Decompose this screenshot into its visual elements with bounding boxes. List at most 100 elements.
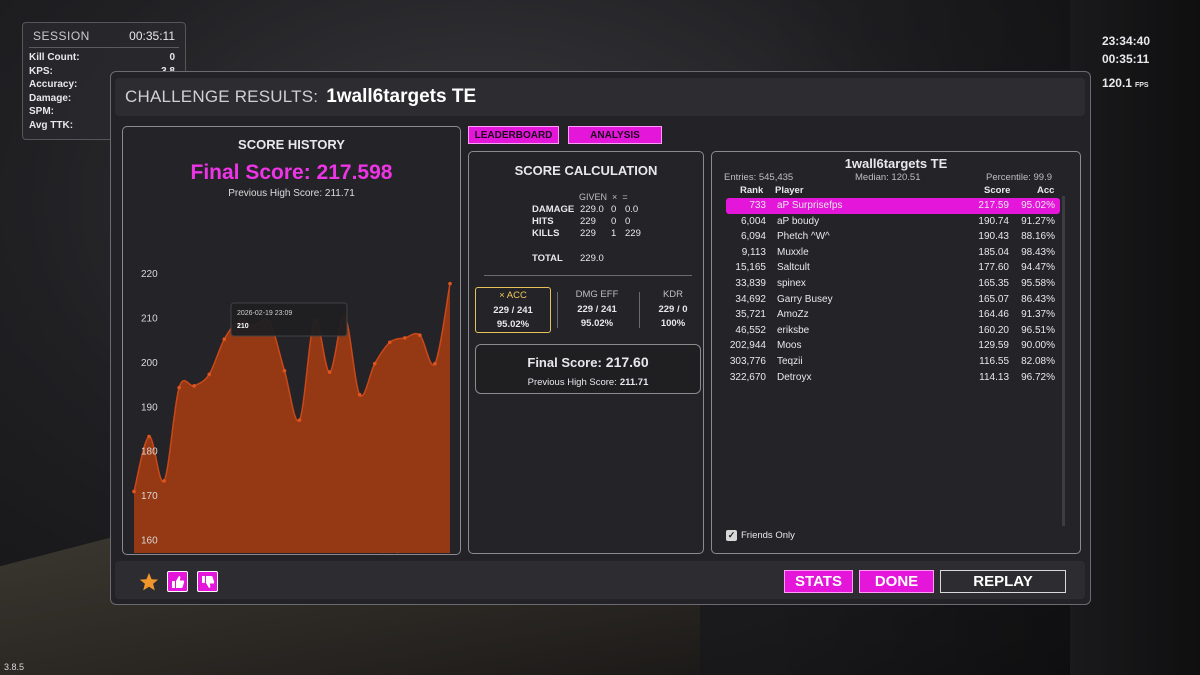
final-score-box: Final Score: 217.60 Previous High Score: 2… — [475, 344, 701, 394]
leaderboard-cell-acc: 91.27% — [1021, 215, 1055, 227]
leaderboard-percentile: Percentile: 99.9 — [986, 172, 1053, 183]
leaderboard-cell-rank: 46,552 — [735, 324, 766, 336]
leaderboard-table: 733 aP Surprisefps 217.59 95.02% 6,004 aP bou… — [726, 198, 1060, 385]
leaderboard-cell-score: 165.35 — [978, 277, 1009, 289]
bottom-action-bar: STATS DONE REPLAY — [115, 561, 1085, 599]
stat-damage-efficiency: DMG EFF 229 / 241 95.02% — [575, 289, 619, 329]
leaderboard-cell-rank: 322,670 — [729, 371, 766, 383]
leaderboard-scrollbar[interactable] — [1062, 196, 1065, 526]
chart-data-point — [418, 333, 422, 337]
leaderboard-cell-acc: 88.16% — [1021, 231, 1055, 243]
panel-title-label: CHALLENGE RESULTS: — [125, 87, 319, 106]
replay-button[interactable]: REPLAY — [940, 570, 1066, 593]
score-history-panel: SCORE HISTORY Final Score: 217.598 Previ… — [122, 126, 461, 555]
chart-y-tick-label: 190 — [141, 402, 158, 413]
leaderboard-cell-rank: 33,839 — [735, 277, 766, 289]
calc-divider — [484, 275, 692, 276]
leaderboard-cell-acc: 91.37% — [1021, 309, 1055, 321]
done-button[interactable]: DONE — [859, 570, 934, 593]
hud-top-right: 23:34:40 00:35:11 120.1 FPS — [1102, 34, 1150, 94]
leaderboard-row[interactable]: 9,113 Muxxle 185.04 98.43% — [726, 245, 1060, 261]
chart-y-tick-label: 180 — [141, 447, 158, 458]
leaderboard-cell-rank: 35,721 — [735, 309, 766, 321]
column-rank[interactable]: Rank — [740, 185, 763, 196]
chart-data-point — [433, 361, 437, 366]
leaderboard-cell-player: AmoZz — [777, 309, 809, 321]
leaderboard-row[interactable]: 322,670 Detroyx 114.13 96.72% — [726, 370, 1060, 386]
leaderboard-cell-player: Moos — [777, 340, 802, 352]
leaderboard-cell-score: 164.46 — [978, 309, 1009, 321]
thumbs-up-icon[interactable] — [167, 571, 188, 592]
score-history-title: SCORE HISTORY — [238, 137, 345, 152]
star-icon[interactable] — [138, 571, 159, 592]
chart-data-point — [448, 281, 452, 286]
leaderboard-cell-score: 177.60 — [978, 262, 1009, 274]
leaderboard-cell-player: Phetch ^W^ — [777, 231, 830, 243]
leaderboard-cell-acc: 96.51% — [1021, 324, 1055, 336]
stat-divider — [557, 292, 558, 328]
leaderboard-cell-player: spinex — [777, 277, 806, 289]
leaderboard-row[interactable]: 303,776 Teqzii 116.55 82.08% — [726, 354, 1060, 370]
leaderboard-row[interactable]: 202,944 Moos 129.59 90.00% — [726, 338, 1060, 354]
leaderboard-cell-rank: 303,776 — [729, 355, 766, 367]
leaderboard-cell-acc: 98.43% — [1021, 246, 1055, 258]
tab-analysis[interactable]: ANALYSIS — [568, 126, 662, 144]
leaderboard-cell-rank: 34,692 — [735, 293, 766, 305]
chart-y-tick-label: 170 — [141, 491, 158, 502]
leaderboard-row-current-player[interactable]: 733 aP Surprisefps 217.59 95.02% — [726, 198, 1060, 214]
calc-row-kills: KILLS 229 1 229 — [532, 228, 641, 239]
chart-y-tick-label: 220 — [141, 269, 158, 280]
column-player[interactable]: Player — [775, 185, 804, 196]
chart-data-point — [132, 489, 136, 494]
chart-data-point — [192, 384, 196, 388]
final-score-headline: Final Score: 217.598 — [190, 161, 393, 184]
leaderboard-row[interactable]: 35,721 AmoZz 164.46 91.37% — [726, 307, 1060, 323]
tab-leaderboard[interactable]: LEADERBOARD — [468, 126, 559, 144]
score-history-chart[interactable]: 15016017018019020021022090th Percentile2… — [123, 207, 460, 553]
leaderboard-cell-acc: 82.08% — [1021, 355, 1055, 367]
leaderboard-cell-score: 190.43 — [978, 231, 1009, 243]
hud-session-time: 00:35:11 — [1101, 52, 1150, 66]
challenge-name: 1wall6targets TE — [326, 86, 477, 107]
panel-title-bar: CHALLENGE RESULTS: 1wall6targets TE — [115, 78, 1085, 116]
column-score[interactable]: Score — [984, 185, 1010, 196]
previous-high-score-calc: Previous High Score: 211.71 — [527, 377, 649, 388]
thumbs-down-icon[interactable] — [197, 571, 218, 592]
chart-data-point — [297, 418, 302, 422]
friends-only-label: Friends Only — [741, 530, 795, 541]
leaderboard-cell-player: Teqzii — [777, 355, 803, 367]
leaderboard-title: 1wall6targets TE — [844, 156, 948, 171]
chart-data-point — [372, 361, 377, 366]
leaderboard-row[interactable]: 15,165 Saltcult 177.60 94.47% — [726, 260, 1060, 276]
calc-row-total: TOTAL 229.0 — [532, 253, 604, 264]
leaderboard-row[interactable]: 34,692 Garry Busey 165.07 86.43% — [726, 292, 1060, 308]
checkbox-checked-icon[interactable]: ✓ — [726, 530, 737, 541]
leaderboard-row[interactable]: 6,004 aP boudy 190.74 91.27% — [726, 214, 1060, 230]
chart-y-tick-label: 160 — [141, 536, 158, 547]
chart-data-point — [327, 370, 332, 374]
chart-data-point — [357, 392, 362, 397]
leaderboard-row[interactable]: 6,094 Phetch ^W^ 190.43 88.16% — [726, 229, 1060, 245]
leaderboard-cell-rank: 733 — [749, 200, 766, 211]
leaderboard-panel: 1wall6targets TE Entries: 545,435 Median… — [711, 151, 1081, 554]
leaderboard-cell-score: 185.04 — [978, 246, 1009, 258]
leaderboard-row[interactable]: 46,552 eriksbe 160.20 96.51% — [726, 323, 1060, 339]
version-label: 3.8.5 — [4, 662, 25, 672]
leaderboard-cell-score: 190.74 — [978, 215, 1009, 227]
stats-button[interactable]: STATS — [784, 570, 853, 593]
final-score: Final Score: 217.60 — [527, 354, 649, 370]
leaderboard-cell-score: 217.59 — [978, 200, 1009, 211]
calc-header: GIVEN × = — [579, 192, 628, 202]
friends-only-toggle[interactable]: ✓ Friends Only — [726, 530, 795, 541]
chart-data-point — [147, 434, 151, 439]
chart-data-point — [207, 372, 212, 377]
score-calculation-panel: SCORE CALCULATION GIVEN × = DAMAGE 229.0 0… — [468, 151, 704, 554]
previous-high-score: Previous High Score: 211.71 — [228, 188, 355, 199]
column-acc[interactable]: Acc — [1037, 185, 1054, 196]
session-time: 00:35:11 — [129, 29, 175, 43]
leaderboard-row[interactable]: 33,839 spinex 165.35 95.58% — [726, 276, 1060, 292]
leaderboard-cell-acc: 95.02% — [1021, 200, 1055, 211]
leaderboard-cell-player: Muxxle — [777, 246, 809, 258]
chart-tooltip — [230, 302, 348, 337]
leaderboard-cell-acc: 95.58% — [1021, 277, 1055, 289]
